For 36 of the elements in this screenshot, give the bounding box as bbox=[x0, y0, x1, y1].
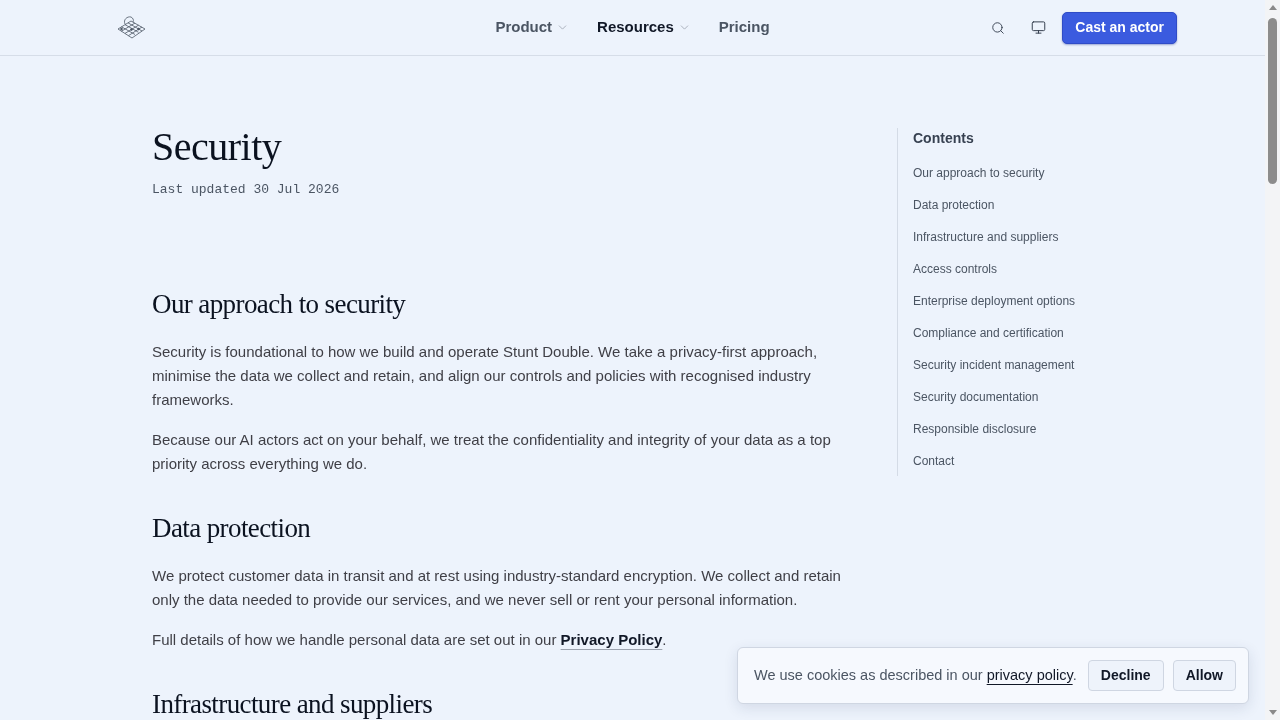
monitor-icon bbox=[1030, 20, 1046, 35]
contents-link[interactable]: Our approach to security bbox=[913, 165, 1045, 181]
section-heading: Our approach to security bbox=[152, 288, 406, 320]
contents-heading: Contents bbox=[913, 129, 975, 148]
cookie-button[interactable]: Allow bbox=[1172, 660, 1236, 691]
cast-an-actor-button[interactable]: Cast an actor bbox=[1062, 11, 1177, 44]
text-link[interactable]: privacy policy bbox=[986, 666, 1073, 683]
contents-link[interactable]: Access controls bbox=[913, 261, 998, 277]
contents-link[interactable]: Compliance and certification bbox=[913, 325, 1064, 341]
paragraph: We protect customer data in transit and at rest using industry-standard encryption. We collect and retain only the data needed to provide our services, and we never sell or rent your personal information. bbox=[152, 566, 842, 610]
triangle-up-icon[interactable] bbox=[1268, 5, 1277, 10]
paragraph: Security is foundational to how we build and operate Stunt Double. We take a privacy-first approach, minimise the data we collect and retain, and align our controls and policies with recognised industry frameworks. bbox=[152, 342, 819, 410]
nav-link[interactable]: Resources bbox=[597, 16, 691, 39]
last-updated-date: Last updated 30 Jul 2026 bbox=[152, 181, 340, 199]
page-title: Security bbox=[152, 125, 282, 169]
section-heading: Infrastructure and suppliers bbox=[152, 688, 433, 720]
contents-link[interactable]: Infrastructure and suppliers bbox=[913, 229, 1059, 245]
contents-link[interactable]: Enterprise deployment options bbox=[913, 293, 1076, 309]
section-heading: Data protection bbox=[152, 512, 311, 544]
paragraph: Because our AI actors act on your behalf, we treat the confidentiality and integrity of your data as a top priority across everything we do. bbox=[152, 430, 832, 474]
triangle-down-icon[interactable] bbox=[1268, 710, 1277, 715]
scrollbar[interactable] bbox=[1265, 0, 1280, 720]
paragraph: Full details of how we handle personal data are set out in our Privacy Policy. bbox=[152, 630, 667, 650]
cookie-notice: We use cookies as described in our privacy policy. bbox=[754, 665, 1077, 685]
contents-link[interactable]: Responsible disclosure bbox=[913, 421, 1037, 437]
nav-link[interactable]: Product bbox=[495, 16, 570, 39]
contents-link[interactable]: Contact bbox=[913, 453, 955, 469]
scrollbar-thumb[interactable] bbox=[1268, 18, 1277, 184]
contents-link[interactable]: Security documentation bbox=[913, 389, 1039, 405]
text-link[interactable]: Privacy Policy bbox=[560, 631, 663, 648]
lattice-logo-icon[interactable] bbox=[117, 15, 146, 40]
contents-link[interactable]: Data protection bbox=[913, 197, 995, 213]
contents-link[interactable]: Security incident management bbox=[913, 357, 1075, 373]
search-icon bbox=[991, 20, 1006, 35]
nav-link[interactable]: Pricing bbox=[718, 16, 770, 39]
cookie-button[interactable]: Decline bbox=[1087, 660, 1164, 691]
